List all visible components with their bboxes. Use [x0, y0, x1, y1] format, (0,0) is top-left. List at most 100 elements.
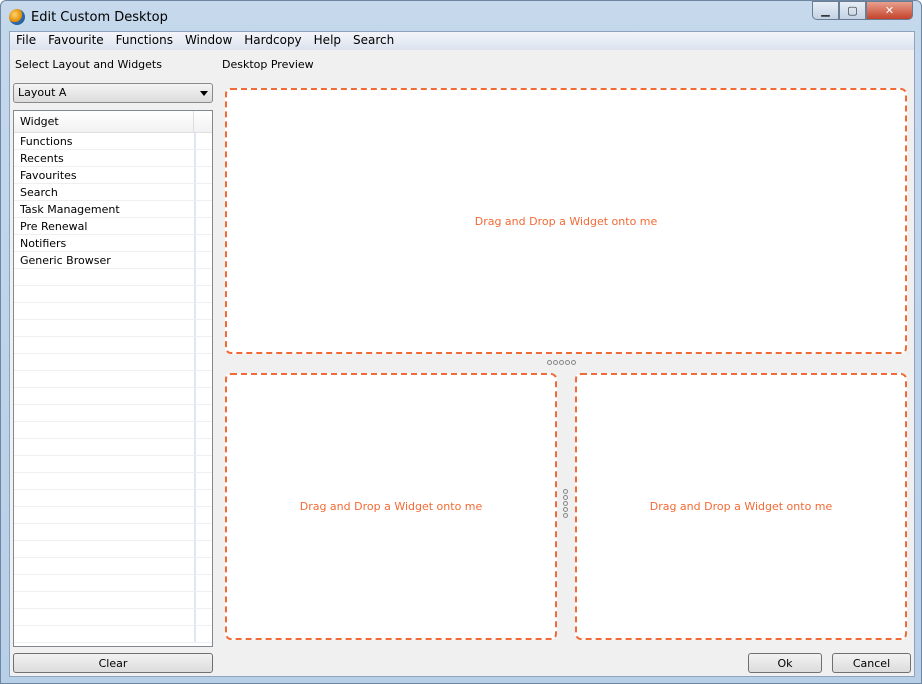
- widget-name: [14, 320, 194, 336]
- row-filler: [194, 490, 196, 506]
- widget-list-row: [14, 269, 212, 286]
- widget-name: [14, 337, 194, 353]
- widget-list-row: [14, 422, 212, 439]
- desktop-preview-heading: Desktop Preview: [222, 58, 314, 71]
- widget-name: [14, 303, 194, 319]
- widget-list-row[interactable]: Favourites: [14, 167, 212, 184]
- maximize-button[interactable]: ▢: [839, 1, 866, 20]
- widget-name: [14, 507, 194, 523]
- cancel-button[interactable]: Cancel: [832, 653, 911, 673]
- row-filler: [194, 473, 196, 489]
- minimize-button[interactable]: ▁: [812, 1, 839, 20]
- row-filler: [194, 388, 196, 404]
- widget-list-row[interactable]: Functions: [14, 133, 212, 150]
- menu-functions[interactable]: Functions: [110, 32, 179, 50]
- widget-column-header[interactable]: Widget: [14, 111, 194, 132]
- menu-file[interactable]: File: [10, 32, 42, 50]
- widget-list-row[interactable]: Task Management: [14, 201, 212, 218]
- ok-button[interactable]: Ok: [748, 653, 822, 673]
- widget-name: Favourites: [14, 167, 194, 183]
- widget-list-row: [14, 405, 212, 422]
- widget-list-row[interactable]: Search: [14, 184, 212, 201]
- row-filler: [194, 286, 196, 302]
- widget-list-row: [14, 388, 212, 405]
- widget-name: Search: [14, 184, 194, 200]
- row-filler: [194, 456, 196, 472]
- row-filler: [194, 405, 196, 421]
- widget-name: Task Management: [14, 201, 194, 217]
- widget-list-row[interactable]: Recents: [14, 150, 212, 167]
- menu-help[interactable]: Help: [308, 32, 347, 50]
- row-filler: [194, 303, 196, 319]
- widget-name: Notifiers: [14, 235, 194, 251]
- widget-list-row: [14, 320, 212, 337]
- drop-zone-bottom-left[interactable]: Drag and Drop a Widget onto me: [225, 373, 557, 640]
- widget-list-row[interactable]: Generic Browser: [14, 252, 212, 269]
- widget-list-row: [14, 541, 212, 558]
- widget-list-row: [14, 507, 212, 524]
- widget-list-row: [14, 558, 212, 575]
- vertical-splitter-handle[interactable]: [563, 489, 568, 518]
- widget-name: [14, 524, 194, 540]
- clear-button[interactable]: Clear: [13, 653, 213, 673]
- widget-list-row[interactable]: Pre Renewal: [14, 218, 212, 235]
- row-filler: [194, 609, 196, 625]
- menu-hardcopy[interactable]: Hardcopy: [238, 32, 307, 50]
- widget-name: [14, 388, 194, 404]
- drop-zone-bottom-right[interactable]: Drag and Drop a Widget onto me: [575, 373, 907, 640]
- row-filler: [194, 507, 196, 523]
- widget-list-row: [14, 371, 212, 388]
- widget-name: [14, 592, 194, 608]
- layout-select[interactable]: Layout A: [13, 83, 213, 103]
- widget-list-row: [14, 473, 212, 490]
- widget-name: [14, 405, 194, 421]
- chevron-down-icon: [200, 91, 208, 100]
- drop-zone-top[interactable]: Drag and Drop a Widget onto me: [225, 88, 907, 354]
- menu-window[interactable]: Window: [179, 32, 238, 50]
- widget-name: [14, 626, 194, 642]
- row-filler: [194, 575, 196, 591]
- widget-list-row: [14, 575, 212, 592]
- widget-list-row: [14, 626, 212, 643]
- widget-name: [14, 354, 194, 370]
- widget-name: Pre Renewal: [14, 218, 194, 234]
- row-filler: [194, 133, 196, 149]
- row-filler: [194, 235, 196, 251]
- widget-list-row: [14, 354, 212, 371]
- widget-name: [14, 286, 194, 302]
- widget-name: [14, 456, 194, 472]
- close-button[interactable]: ✕: [866, 1, 913, 20]
- row-filler: [194, 184, 196, 200]
- widget-list-row: [14, 337, 212, 354]
- row-filler: [194, 337, 196, 353]
- widget-name: Recents: [14, 150, 194, 166]
- layout-select-value: Layout A: [18, 86, 66, 99]
- widget-name: [14, 422, 194, 438]
- row-filler: [194, 558, 196, 574]
- widget-name: Functions: [14, 133, 194, 149]
- horizontal-splitter-handle[interactable]: [547, 360, 576, 365]
- widget-list-row: [14, 303, 212, 320]
- menu-favourite[interactable]: Favourite: [42, 32, 110, 50]
- widget-list-row: [14, 439, 212, 456]
- menu-search[interactable]: Search: [347, 32, 400, 50]
- widget-list-row[interactable]: Notifiers: [14, 235, 212, 252]
- row-filler: [194, 371, 196, 387]
- client-area: File Favourite Functions Window Hardcopy…: [9, 31, 915, 677]
- row-filler: [194, 541, 196, 557]
- row-filler: [194, 269, 196, 285]
- widget-name: [14, 541, 194, 557]
- widget-list-row: [14, 286, 212, 303]
- row-filler: [194, 167, 196, 183]
- widget-list-row: [14, 524, 212, 541]
- widget-name: [14, 490, 194, 506]
- widget-name: [14, 609, 194, 625]
- row-filler: [194, 252, 196, 268]
- row-filler: [194, 626, 196, 642]
- widget-list-row: [14, 456, 212, 473]
- widget-list-row: [14, 592, 212, 609]
- widget-list[interactable]: Widget FunctionsRecentsFavouritesSearchT…: [13, 110, 213, 647]
- widget-name: [14, 439, 194, 455]
- widget-name: [14, 473, 194, 489]
- menu-bar: File Favourite Functions Window Hardcopy…: [10, 32, 914, 50]
